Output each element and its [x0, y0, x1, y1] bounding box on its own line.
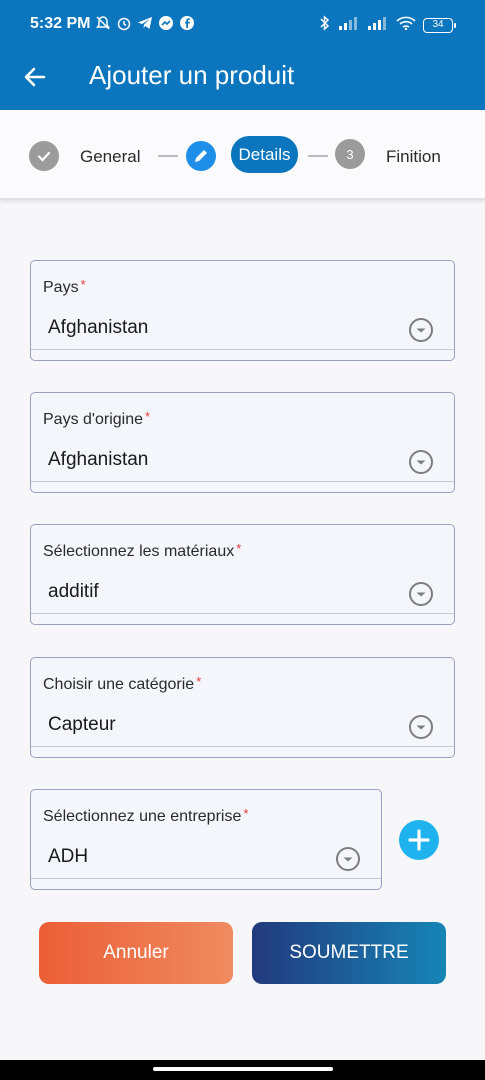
- field-value: Afghanistan: [48, 317, 149, 338]
- app-bar: Ajouter un produit: [0, 42, 485, 110]
- step-label-details[interactable]: Details: [231, 136, 298, 173]
- field-label: Pays d'origine *: [43, 409, 151, 428]
- dropdown-icon[interactable]: [408, 449, 434, 475]
- home-indicator[interactable]: [153, 1067, 333, 1071]
- field-value: Capteur: [48, 714, 116, 735]
- signal-icon-1: [338, 16, 360, 35]
- telegram-icon: [137, 15, 153, 31]
- field-value: Afghanistan: [48, 449, 149, 470]
- company-select[interactable]: Sélectionnez une entreprise * ADH: [30, 789, 382, 890]
- status-bar: 5:32 PM 34: [0, 0, 485, 42]
- bluetooth-icon: [319, 15, 331, 36]
- origin-country-select[interactable]: Pays d'origine * Afghanistan: [30, 392, 455, 493]
- field-value: ADH: [48, 846, 89, 867]
- dropdown-icon[interactable]: [408, 581, 434, 607]
- step-connector: [308, 155, 328, 157]
- pencil-icon: [186, 141, 216, 171]
- materials-select[interactable]: Sélectionnez les matériaux * additif: [30, 524, 455, 625]
- field-label: Sélectionnez une entreprise *: [43, 806, 249, 825]
- field-underline: [31, 878, 381, 879]
- step-connector: [158, 155, 178, 157]
- signal-icon-2: [367, 16, 389, 35]
- status-system-icons: 34: [319, 15, 456, 36]
- plus-icon: [408, 829, 430, 851]
- cancel-button[interactable]: Annuler: [39, 922, 233, 984]
- submit-button[interactable]: SOUMETTRE: [252, 922, 446, 984]
- country-select[interactable]: Pays * Afghanistan: [30, 260, 455, 361]
- stepper: General Details 3 Finition: [0, 110, 485, 200]
- status-time: 5:32 PM: [30, 15, 91, 32]
- check-icon: [29, 141, 59, 171]
- step-number-badge: 3: [335, 139, 365, 169]
- muted-bell-icon: [95, 15, 111, 31]
- category-select[interactable]: Choisir une catégorie * Capteur: [30, 657, 455, 758]
- dropdown-icon[interactable]: [408, 317, 434, 343]
- field-underline: [31, 613, 454, 614]
- field-underline: [31, 481, 454, 482]
- field-label: Choisir une catégorie *: [43, 674, 202, 693]
- messenger-icon: [158, 15, 174, 31]
- field-label: Pays *: [43, 277, 86, 296]
- field-label: Sélectionnez les matériaux *: [43, 541, 242, 560]
- status-notification-icons: [95, 15, 195, 31]
- alarm-icon: [116, 15, 132, 31]
- battery-icon: 34: [423, 18, 456, 33]
- add-company-button[interactable]: [399, 820, 439, 860]
- field-underline: [31, 349, 454, 350]
- dropdown-icon[interactable]: [335, 846, 361, 872]
- page-title: Ajouter un produit: [89, 60, 295, 90]
- step-label-finition[interactable]: Finition: [386, 147, 441, 167]
- field-underline: [31, 746, 454, 747]
- dropdown-icon[interactable]: [408, 714, 434, 740]
- step-label-general[interactable]: General: [80, 147, 140, 167]
- facebook-icon: [179, 15, 195, 31]
- back-arrow-icon[interactable]: [22, 64, 48, 90]
- wifi-icon: [396, 16, 416, 35]
- field-value: additif: [48, 581, 99, 602]
